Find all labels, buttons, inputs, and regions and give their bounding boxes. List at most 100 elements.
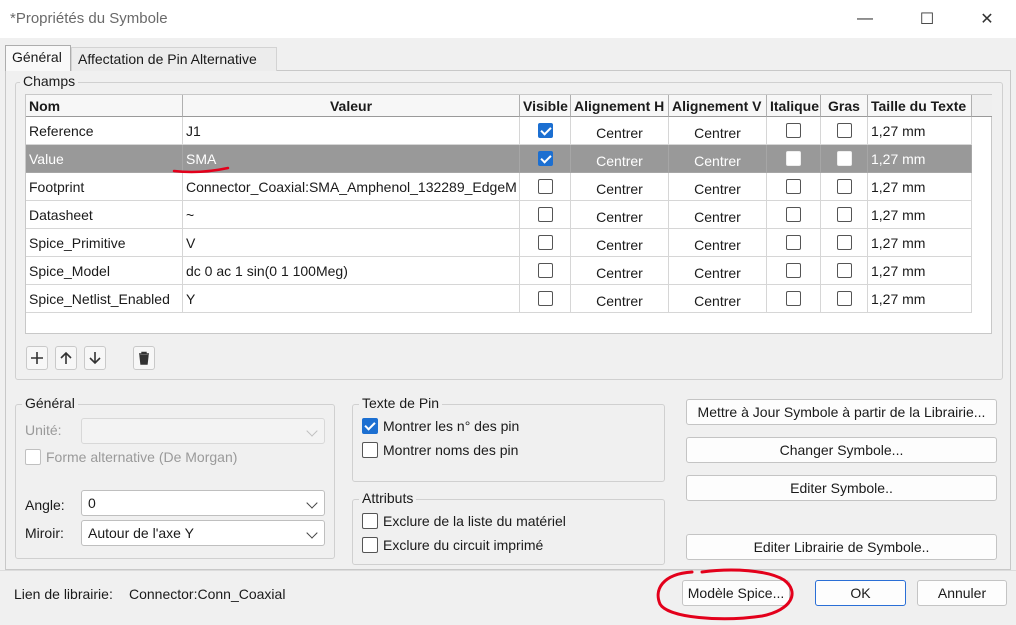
bold-checkbox[interactable]: [836, 123, 852, 138]
visible-checkbox[interactable]: [537, 207, 553, 222]
cell-visible[interactable]: [520, 173, 571, 201]
cell-bold[interactable]: [821, 201, 868, 229]
cell-italic[interactable]: [767, 229, 821, 257]
mirror-select[interactable]: Autour de l'axe Y: [81, 520, 325, 546]
tab-alternate-pins[interactable]: Affectation de Pin Alternative: [71, 47, 277, 71]
cell-visible[interactable]: [520, 117, 571, 145]
bold-checkbox[interactable]: [836, 151, 852, 166]
visible-checkbox[interactable]: [537, 235, 553, 250]
visible-checkbox[interactable]: [537, 179, 553, 194]
cell-name[interactable]: Reference: [26, 117, 183, 145]
cell-italic[interactable]: [767, 173, 821, 201]
col-header-align-v[interactable]: Alignement V: [669, 95, 767, 117]
cell-name[interactable]: Spice_Netlist_Enabled: [26, 285, 183, 313]
cell-name[interactable]: Spice_Primitive: [26, 229, 183, 257]
cell-align-v[interactable]: Centrer: [669, 257, 767, 285]
delete-icon[interactable]: [133, 346, 155, 370]
cell-align-v[interactable]: Centrer: [669, 229, 767, 257]
cell-bold[interactable]: [821, 229, 868, 257]
cell-align-v[interactable]: Centrer: [669, 201, 767, 229]
exclude-board-checkbox[interactable]: Exclure du circuit imprimé: [362, 537, 543, 553]
table-row[interactable]: Spice_Netlist_Enabled Y Centrer Centrer 1,27…: [26, 285, 972, 313]
cell-visible[interactable]: [520, 229, 571, 257]
cell-align-v[interactable]: Centrer: [669, 145, 767, 173]
col-header-bold[interactable]: Gras: [821, 95, 868, 117]
cell-italic[interactable]: [767, 117, 821, 145]
table-row[interactable]: Datasheet ~ Centrer Centrer 1,27 mm: [26, 201, 972, 229]
cell-bold[interactable]: [821, 257, 868, 285]
cell-align-h[interactable]: Centrer: [571, 117, 669, 145]
italic-checkbox[interactable]: [786, 207, 801, 222]
angle-select[interactable]: 0: [81, 490, 325, 516]
col-header-text-size[interactable]: Taille du Texte: [868, 95, 972, 117]
cell-italic[interactable]: [767, 285, 821, 313]
cell-value[interactable]: ~: [183, 201, 520, 229]
bold-checkbox[interactable]: [836, 179, 852, 194]
cell-text-size[interactable]: 1,27 mm: [868, 145, 972, 173]
tab-general[interactable]: Général: [5, 45, 71, 71]
visible-checkbox[interactable]: [537, 291, 553, 306]
cell-text-size[interactable]: 1,27 mm: [868, 257, 972, 285]
cell-value[interactable]: Connector_Coaxial:SMA_Amphenol_132289_Ed…: [183, 173, 520, 201]
cell-name[interactable]: Datasheet: [26, 201, 183, 229]
cell-visible[interactable]: [520, 257, 571, 285]
visible-checkbox[interactable]: [537, 263, 553, 278]
table-row[interactable]: Reference J1 Centrer Centrer 1,27 mm: [26, 117, 972, 145]
unit-select[interactable]: [81, 418, 325, 444]
col-header-visible[interactable]: Visible: [520, 95, 571, 117]
minimize-icon[interactable]: —: [842, 4, 888, 34]
show-pin-numbers-checkbox[interactable]: Montrer les n° des pin: [362, 418, 519, 434]
cell-align-v[interactable]: Centrer: [669, 285, 767, 313]
show-pin-names-checkbox[interactable]: Montrer noms des pin: [362, 442, 518, 458]
ok-button[interactable]: OK: [815, 580, 906, 606]
move-up-icon[interactable]: [55, 346, 77, 370]
cell-text-size[interactable]: 1,27 mm: [868, 173, 972, 201]
col-header-italic[interactable]: Italique: [767, 95, 821, 117]
cell-name[interactable]: Footprint: [26, 173, 183, 201]
italic-checkbox[interactable]: [786, 123, 801, 138]
cell-align-h[interactable]: Centrer: [571, 229, 669, 257]
table-row[interactable]: Value SMA Centrer Centrer 1,27 mm: [26, 145, 972, 173]
add-icon[interactable]: [26, 346, 48, 370]
cell-align-v[interactable]: Centrer: [669, 117, 767, 145]
cell-align-h[interactable]: Centrer: [571, 201, 669, 229]
bold-checkbox[interactable]: [836, 207, 852, 222]
cell-align-h[interactable]: Centrer: [571, 145, 669, 173]
cell-bold[interactable]: [821, 145, 868, 173]
cell-italic[interactable]: [767, 201, 821, 229]
italic-checkbox[interactable]: [786, 151, 801, 166]
cell-value[interactable]: V: [183, 229, 520, 257]
cell-value[interactable]: SMA: [183, 145, 520, 173]
visible-checkbox[interactable]: [537, 123, 553, 138]
italic-checkbox[interactable]: [786, 235, 801, 250]
cell-italic[interactable]: [767, 145, 821, 173]
cell-value[interactable]: dc 0 ac 1 sin(0 1 100Meg): [183, 257, 520, 285]
cell-name[interactable]: Value: [26, 145, 183, 173]
edit-library-symbol-button[interactable]: Editer Librairie de Symbole..: [686, 534, 997, 560]
cell-text-size[interactable]: 1,27 mm: [868, 229, 972, 257]
bold-checkbox[interactable]: [836, 235, 852, 250]
visible-checkbox[interactable]: [537, 151, 553, 166]
cell-visible[interactable]: [520, 285, 571, 313]
cell-align-h[interactable]: Centrer: [571, 173, 669, 201]
maximize-icon[interactable]: ☐: [904, 4, 950, 34]
table-row[interactable]: Spice_Model dc 0 ac 1 sin(0 1 100Meg) Cent…: [26, 257, 972, 285]
col-header-name[interactable]: Nom: [26, 95, 183, 117]
col-header-align-h[interactable]: Alignement H: [571, 95, 669, 117]
edit-symbol-button[interactable]: Editer Symbole..: [686, 475, 997, 501]
cancel-button[interactable]: Annuler: [917, 580, 1007, 606]
update-from-library-button[interactable]: Mettre à Jour Symbole à partir de la Lib…: [686, 399, 997, 425]
cell-text-size[interactable]: 1,27 mm: [868, 117, 972, 145]
move-down-icon[interactable]: [84, 346, 106, 370]
close-icon[interactable]: ✕: [964, 4, 1010, 34]
table-row[interactable]: Spice_Primitive V Centrer Centrer 1,27 mm: [26, 229, 972, 257]
bold-checkbox[interactable]: [836, 291, 852, 306]
cell-align-v[interactable]: Centrer: [669, 173, 767, 201]
table-row[interactable]: Footprint Connector_Coaxial:SMA_Amphenol_…: [26, 173, 972, 201]
italic-checkbox[interactable]: [786, 291, 801, 306]
cell-bold[interactable]: [821, 173, 868, 201]
cell-align-h[interactable]: Centrer: [571, 285, 669, 313]
cell-visible[interactable]: [520, 201, 571, 229]
cell-visible[interactable]: [520, 145, 571, 173]
exclude-bom-checkbox[interactable]: Exclure de la liste du matériel: [362, 513, 566, 529]
